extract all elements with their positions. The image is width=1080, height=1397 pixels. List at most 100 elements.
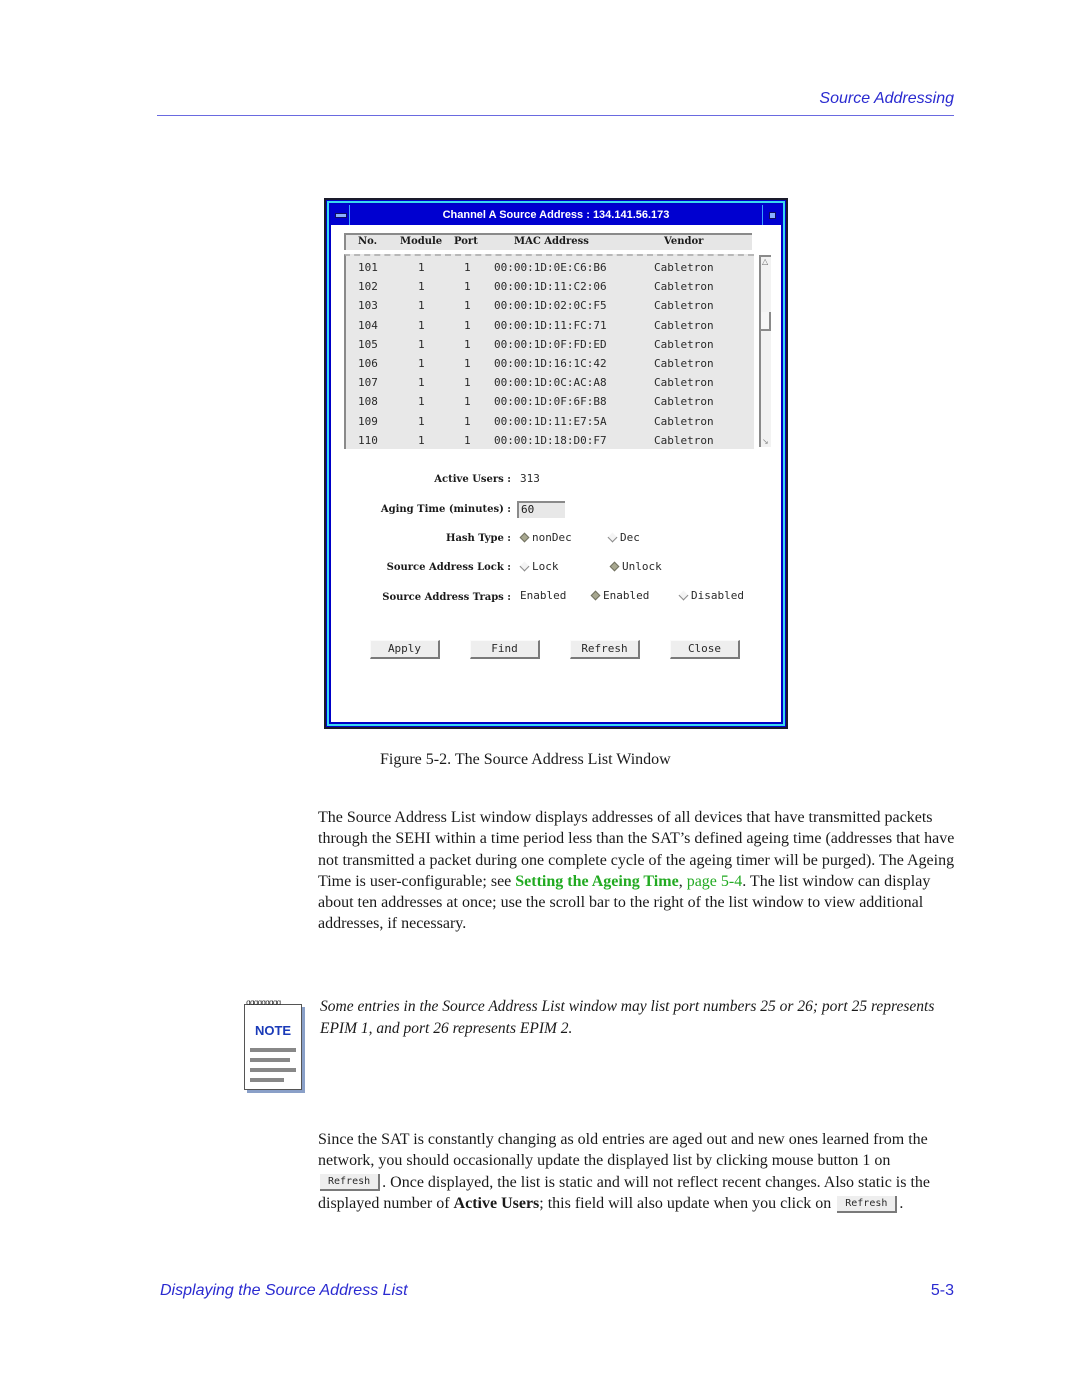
radio-selected-icon	[519, 532, 530, 543]
list-row[interactable]: 107 1 1 00:00:1D:0C:AC:A8 Cabletron	[346, 373, 754, 392]
radio-label: Enabled	[603, 589, 650, 602]
window-maximize-button[interactable]	[762, 205, 781, 225]
traps-enabled-radio[interactable]: Enabled	[590, 589, 650, 602]
aging-time-label: Aging Time (minutes) :	[380, 504, 511, 515]
window-title: Channel A Source Address : 134.141.56.17…	[442, 209, 670, 221]
column-header-port: Port	[454, 236, 478, 247]
radio-unselected-icon	[519, 561, 530, 572]
list-row[interactable]: 110 1 1 00:00:1D:18:D0:F7 Cabletron	[346, 431, 754, 450]
list-row[interactable]: 109 1 1 00:00:1D:11:E7:5A Cabletron	[346, 412, 754, 431]
row-no: 109	[358, 414, 378, 428]
hash-type-label: Hash Type :	[446, 533, 511, 544]
list-row[interactable]: 108 1 1 00:00:1D:0F:6F:B8 Cabletron	[346, 392, 754, 411]
list-row[interactable]: 105 1 1 00:00:1D:0F:FD:ED Cabletron	[346, 335, 754, 354]
row-module: 1	[418, 299, 425, 313]
row-vendor: Cabletron	[654, 395, 714, 409]
row-mac-address: 00:00:1D:0C:AC:A8	[494, 376, 607, 390]
scroll-up-arrow-icon[interactable]: △	[762, 257, 768, 267]
inline-refresh-button[interactable]: Refresh	[837, 1195, 898, 1213]
header-rule	[157, 115, 954, 116]
apply-button[interactable]: Apply	[370, 640, 440, 659]
inline-refresh-button[interactable]: Refresh	[320, 1174, 381, 1192]
traps-status-value: Enabled	[520, 589, 567, 602]
figure-caption: Figure 5-2. The Source Address List Wind…	[380, 751, 671, 768]
row-vendor: Cabletron	[654, 318, 714, 332]
scroll-down-arrow-icon[interactable]: ↘	[762, 437, 769, 447]
list-row[interactable]: 103 1 1 00:00:1D:02:0C:F5 Cabletron	[346, 296, 754, 315]
row-port: 1	[464, 299, 471, 313]
traps-disabled-radio[interactable]: Disabled	[678, 589, 744, 602]
list-row[interactable]: 104 1 1 00:00:1D:11:FC:71 Cabletron	[346, 316, 754, 335]
row-vendor: Cabletron	[654, 414, 714, 428]
note-line	[250, 1078, 284, 1082]
list-column-headers: No. Module Port MAC Address Vendor	[344, 233, 752, 250]
row-port: 1	[464, 376, 471, 390]
row-mac-address: 00:00:1D:11:FC:71	[494, 318, 607, 332]
radio-label: Disabled	[691, 589, 744, 602]
row-module: 1	[418, 414, 425, 428]
aging-time-input[interactable]: 60	[517, 501, 565, 518]
column-header-vendor: Vendor	[664, 236, 704, 247]
link-setting-ageing-time[interactable]: Setting the Ageing Time	[515, 873, 678, 890]
hash-type-dec-radio[interactable]: Dec	[607, 531, 640, 544]
row-mac-address: 00:00:1D:0F:FD:ED	[494, 337, 607, 351]
address-list[interactable]: 101 1 1 00:00:1D:0E:C6:B6 Cabletron 102 1 1 00:0…	[344, 254, 754, 449]
window-menu-button[interactable]	[331, 205, 350, 225]
note-line	[250, 1068, 296, 1072]
window-title-bar[interactable]: Channel A Source Address : 134.141.56.17…	[331, 205, 781, 225]
note-icon: NOTE ɑɑɑɑɑɑɑɑɑ	[243, 998, 305, 1090]
maximize-icon	[769, 212, 776, 219]
active-users-term: Active Users	[453, 1194, 540, 1212]
link-page-5-4[interactable]: page 5-4	[687, 873, 743, 890]
note-text: Some entries in the Source Address List …	[320, 998, 935, 1037]
row-no: 103	[358, 299, 378, 313]
row-no: 110	[358, 433, 378, 447]
row-vendor: Cabletron	[654, 280, 714, 294]
radio-label: nonDec	[532, 531, 572, 544]
row-port: 1	[464, 280, 471, 294]
hash-type-nondec-radio[interactable]: nonDec	[519, 531, 572, 544]
refresh-button[interactable]: Refresh	[570, 640, 640, 659]
row-vendor: Cabletron	[654, 337, 714, 351]
radio-unselected-icon	[678, 590, 689, 601]
row-vendor: Cabletron	[654, 299, 714, 313]
note-spiral-icon: ɑɑɑɑɑɑɑɑɑ	[246, 998, 281, 1007]
row-port: 1	[464, 357, 471, 370]
row-no: 105	[358, 337, 378, 351]
row-port: 1	[464, 337, 471, 351]
row-no: 104	[358, 318, 378, 332]
list-row[interactable]: 106 1 1 00:00:1D:16:1C:42 Cabletron	[346, 354, 754, 373]
radio-selected-icon	[609, 561, 620, 572]
row-no: 101	[358, 261, 378, 274]
list-scrollbar[interactable]: △ ↘	[759, 255, 771, 447]
radio-selected-icon	[590, 590, 601, 601]
list-row[interactable]: 102 1 1 00:00:1D:11:C2:06 Cabletron	[346, 277, 754, 296]
row-module: 1	[418, 318, 425, 332]
row-no: 108	[358, 395, 378, 409]
row-port: 1	[464, 395, 471, 409]
close-button[interactable]: Close	[670, 640, 740, 659]
row-module: 1	[418, 395, 425, 409]
note-line	[250, 1048, 296, 1052]
find-button[interactable]: Find	[470, 640, 540, 659]
unlock-radio[interactable]: Unlock	[609, 560, 662, 573]
row-mac-address: 00:00:1D:0E:C6:B6	[494, 261, 607, 274]
row-no: 102	[358, 280, 378, 294]
scrollbar-thumb[interactable]	[761, 312, 771, 331]
row-module: 1	[418, 337, 425, 351]
lock-radio[interactable]: Lock	[519, 560, 559, 573]
list-row[interactable]: 101 1 1 00:00:1D:0E:C6:B6 Cabletron	[346, 258, 754, 277]
row-module: 1	[418, 357, 425, 370]
row-port: 1	[464, 261, 471, 274]
radio-unselected-icon	[607, 532, 618, 543]
paragraph-refresh: Since the SAT is constantly changing as …	[318, 1129, 958, 1214]
row-mac-address: 00:00:1D:18:D0:F7	[494, 433, 607, 447]
row-port: 1	[464, 318, 471, 332]
column-header-module: Module	[400, 236, 443, 247]
row-mac-address: 00:00:1D:11:E7:5A	[494, 414, 607, 428]
note-line	[250, 1058, 290, 1062]
note-label: NOTE	[254, 1023, 292, 1038]
row-mac-address: 00:00:1D:16:1C:42	[494, 357, 607, 370]
row-mac-address: 00:00:1D:0F:6F:B8	[494, 395, 607, 409]
paragraph-text: Since the SAT is constantly changing as …	[318, 1131, 928, 1170]
